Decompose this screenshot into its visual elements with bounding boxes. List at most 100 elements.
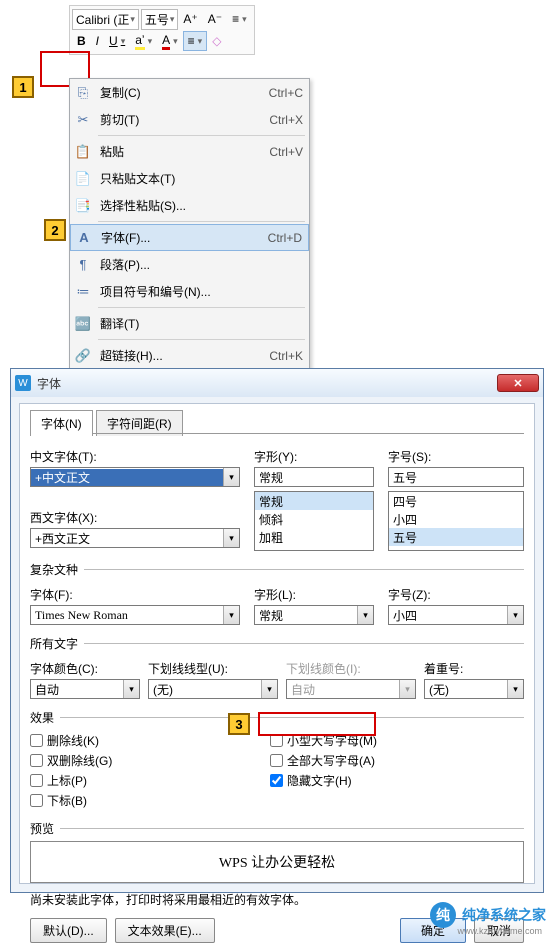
- menu-separator: [98, 307, 305, 308]
- dialog-body: 字体(N) 字符间距(R) 中文字体(T): +中文正文▾ 字形(Y): 常规 …: [19, 403, 535, 884]
- uline-combo[interactable]: (无)▾: [148, 679, 278, 699]
- callout-2: 2: [44, 219, 66, 241]
- style-input[interactable]: 常规: [254, 467, 374, 487]
- menu-hyperlink[interactable]: 🔗超链接(H)...Ctrl+K: [70, 342, 309, 369]
- chevron-down-icon[interactable]: ▾: [223, 468, 239, 486]
- menu-paste-special[interactable]: 📑选择性粘贴(S)...: [70, 192, 309, 219]
- menu-paragraph[interactable]: ¶段落(P)...: [70, 251, 309, 278]
- bold-button[interactable]: B: [72, 31, 91, 51]
- cs-label: 字形(L):: [254, 586, 374, 603]
- cz-label: 字号(Z):: [388, 586, 524, 603]
- font-icon: A: [71, 230, 97, 245]
- menu-font[interactable]: A字体(F)...Ctrl+D: [70, 224, 309, 251]
- chevron-down-icon[interactable]: ▾: [223, 606, 239, 624]
- font-select[interactable]: Calibri (正▾: [72, 9, 139, 30]
- chevron-down-icon[interactable]: ▾: [223, 529, 239, 547]
- menu-separator: [98, 339, 305, 340]
- dialog-titlebar: W 字体 ✕: [11, 369, 543, 397]
- menu-paste-text[interactable]: 📄只粘贴文本(T): [70, 165, 309, 192]
- w-font-combo[interactable]: +西文正文▾: [30, 528, 240, 548]
- cut-icon: ✂: [70, 112, 96, 128]
- font-color-button[interactable]: A▾: [157, 30, 183, 53]
- chevron-down-icon[interactable]: ▾: [261, 680, 277, 698]
- paragraph-icon: ¶: [70, 257, 96, 272]
- sup-check[interactable]: 上标(P): [30, 770, 240, 790]
- cn-font-combo[interactable]: +中文正文▾: [30, 467, 240, 487]
- ucolor-label: 下划线颜色(I):: [286, 660, 416, 677]
- w-font-label: 西文字体(X):: [30, 509, 240, 526]
- text-effect-button[interactable]: 文本效果(E)...: [115, 918, 215, 943]
- chevron-down-icon[interactable]: ▾: [123, 680, 139, 698]
- effect-label: 效果: [30, 709, 54, 726]
- underline-button[interactable]: U▾: [104, 31, 130, 51]
- menu-separator: [98, 221, 305, 222]
- watermark-icon: 纯: [430, 902, 456, 928]
- list-item[interactable]: 小四: [389, 510, 523, 528]
- list-item[interactable]: 四号: [389, 492, 523, 510]
- preview-label: 预览: [30, 820, 54, 837]
- callout-3: 3: [228, 713, 250, 735]
- menu-translate[interactable]: 🔤翻译(T): [70, 310, 309, 337]
- cs-combo[interactable]: 常规▾: [254, 605, 374, 625]
- font-dialog: W 字体 ✕ 字体(N) 字符间距(R) 中文字体(T): +中文正文▾ 字形(…: [10, 368, 544, 893]
- list-item[interactable]: 常规: [255, 492, 373, 510]
- color-combo[interactable]: 自动▾: [30, 679, 140, 699]
- hyperlink-icon: 🔗: [70, 348, 96, 364]
- grow-font-button[interactable]: A⁺: [178, 9, 202, 29]
- mini-toolbar: Calibri (正▾ 五号▾ A⁺ A⁻ ≡▾ B I U▾ aʼ▾ A▾ ≡…: [69, 5, 255, 55]
- style-list[interactable]: 常规 倾斜 加粗: [254, 491, 374, 551]
- cn-font-label: 中文字体(T):: [30, 448, 240, 465]
- size-label: 字号(S):: [388, 448, 524, 465]
- cz-combo[interactable]: 小四▾: [388, 605, 524, 625]
- list-item[interactable]: 加粗: [255, 528, 373, 546]
- emph-label: 着重号:: [424, 660, 524, 677]
- menu-separator: [98, 135, 305, 136]
- paste-special-icon: 📑: [70, 198, 96, 214]
- all-text-label: 所有文字: [30, 635, 78, 652]
- highlight-button[interactable]: aʼ▾: [130, 30, 157, 53]
- list-item[interactable]: 五号: [389, 528, 523, 546]
- size-input[interactable]: 五号: [388, 467, 524, 487]
- menu-cut[interactable]: ✂剪切(T)Ctrl+X: [70, 106, 309, 133]
- watermark: 纯 纯净系统之家: [430, 902, 546, 928]
- app-icon: W: [15, 375, 31, 391]
- style-label: 字形(Y):: [254, 448, 374, 465]
- highlight-box-3: [258, 712, 376, 736]
- allcaps-check[interactable]: 全部大写字母(A): [270, 750, 524, 770]
- strike-check[interactable]: 删除线(K): [30, 730, 240, 750]
- align-button[interactable]: ≡▾: [183, 31, 208, 51]
- paste-icon: 📋: [70, 144, 96, 160]
- complex-script-label: 复杂文种: [30, 561, 78, 578]
- default-button[interactable]: 默认(D)...: [30, 918, 107, 943]
- menu-copy[interactable]: ⎘复制(C)Ctrl+C: [70, 79, 309, 106]
- close-button[interactable]: ✕: [497, 374, 539, 392]
- shrink-font-button[interactable]: A⁻: [203, 9, 227, 29]
- uline-label: 下划线线型(U):: [148, 660, 278, 677]
- cf-combo[interactable]: Times New Roman▾: [30, 605, 240, 625]
- dstrike-check[interactable]: 双删除线(G): [30, 750, 240, 770]
- size-list[interactable]: 四号 小四 五号: [388, 491, 524, 551]
- paste-text-icon: 📄: [70, 171, 96, 187]
- list-item[interactable]: 倾斜: [255, 510, 373, 528]
- hidden-check[interactable]: 隐藏文字(H): [270, 770, 524, 790]
- bullets-icon: ≔: [70, 284, 96, 300]
- clear-format-button[interactable]: ◇: [207, 31, 226, 51]
- italic-button[interactable]: I: [91, 31, 104, 51]
- copy-icon: ⎘: [70, 85, 96, 101]
- sub-check[interactable]: 下标(B): [30, 790, 240, 810]
- chevron-down-icon[interactable]: ▾: [357, 606, 373, 624]
- menu-bullets[interactable]: ≔项目符号和编号(N)...: [70, 278, 309, 305]
- dialog-title: 字体: [37, 375, 497, 392]
- watermark-url: www.kzmyhome.com: [457, 926, 542, 936]
- watermark-brand: 纯净系统之家: [462, 905, 546, 925]
- tab-font[interactable]: 字体(N): [30, 410, 93, 436]
- menu-paste[interactable]: 📋粘贴Ctrl+V: [70, 138, 309, 165]
- line-spacing-button[interactable]: ≡▾: [227, 9, 252, 29]
- chevron-down-icon[interactable]: ▾: [507, 680, 523, 698]
- emph-combo[interactable]: (无)▾: [424, 679, 524, 699]
- size-select[interactable]: 五号▾: [141, 9, 179, 30]
- color-label: 字体颜色(C):: [30, 660, 140, 677]
- ucolor-combo: 自动▾: [286, 679, 416, 699]
- chevron-down-icon[interactable]: ▾: [507, 606, 523, 624]
- cf-label: 字体(F):: [30, 586, 240, 603]
